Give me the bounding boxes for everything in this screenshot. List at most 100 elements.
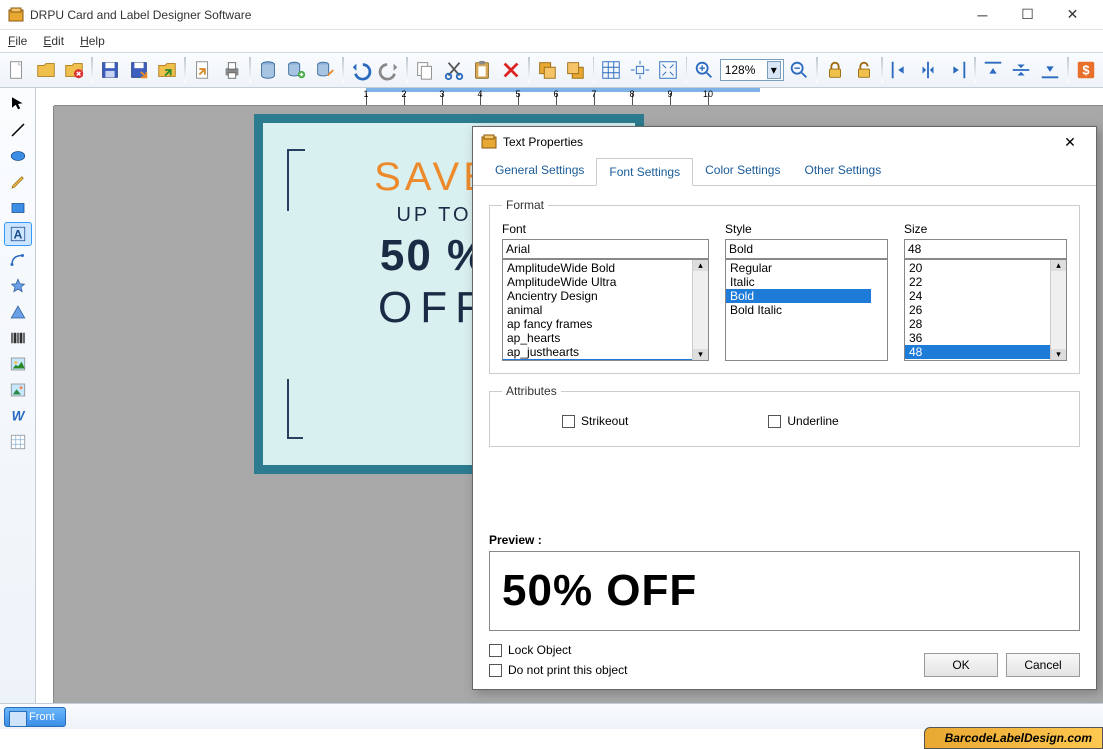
font-listbox[interactable]: AmplitudeWide BoldAmplitudeWide UltraAnc… xyxy=(502,259,709,361)
bring-front-button[interactable] xyxy=(534,55,560,85)
list-item[interactable]: 36 xyxy=(905,331,1050,345)
text-tool[interactable]: A xyxy=(4,222,32,246)
size-input[interactable] xyxy=(904,239,1067,259)
snap-button[interactable] xyxy=(627,55,653,85)
scrollbar[interactable] xyxy=(1050,260,1066,360)
page-setup-button[interactable] xyxy=(190,55,216,85)
rectangle-tool[interactable] xyxy=(4,196,32,220)
tab-front[interactable]: Front xyxy=(4,707,66,727)
font-input[interactable] xyxy=(502,239,709,259)
align-bottom-button[interactable] xyxy=(1036,55,1062,85)
paste-button[interactable] xyxy=(469,55,495,85)
style-listbox[interactable]: RegularItalicBoldBold Italic xyxy=(725,259,888,361)
list-item[interactable]: Arial xyxy=(503,359,692,361)
export-button[interactable] xyxy=(154,55,180,85)
list-item[interactable]: Bold Italic xyxy=(726,303,871,317)
list-item[interactable]: Regular xyxy=(726,261,871,275)
align-middle-button[interactable] xyxy=(1008,55,1034,85)
star-tool[interactable] xyxy=(4,274,32,298)
line-tool[interactable] xyxy=(4,118,32,142)
new-button[interactable] xyxy=(4,55,30,85)
list-item[interactable]: ap_justhearts xyxy=(503,345,692,359)
tab-font-settings[interactable]: Font Settings xyxy=(596,158,693,186)
list-item[interactable]: ap_hearts xyxy=(503,331,692,345)
zoom-value: 128% xyxy=(725,63,756,77)
wordart-tool[interactable]: W xyxy=(4,404,32,428)
list-item[interactable]: Italic xyxy=(726,275,871,289)
dialog-title-bar[interactable]: Text Properties ✕ xyxy=(473,127,1096,157)
lock-object-checkbox[interactable]: Lock Object xyxy=(489,643,924,657)
ok-button[interactable]: OK xyxy=(924,653,998,677)
grid-button[interactable] xyxy=(598,55,624,85)
purchase-button[interactable]: $ xyxy=(1073,55,1099,85)
zoom-in-button[interactable] xyxy=(691,55,717,85)
list-item[interactable]: Bold xyxy=(726,289,871,303)
pattern-tool[interactable] xyxy=(4,430,32,454)
list-item[interactable]: 24 xyxy=(905,289,1050,303)
no-print-checkbox[interactable]: Do not print this object xyxy=(489,663,924,677)
list-item[interactable]: AmplitudeWide Ultra xyxy=(503,275,692,289)
scrollbar[interactable] xyxy=(692,260,708,360)
align-left-button[interactable] xyxy=(887,55,913,85)
list-item[interactable]: 26 xyxy=(905,303,1050,317)
zoom-out-button[interactable] xyxy=(786,55,812,85)
fit-button[interactable] xyxy=(655,55,681,85)
align-top-button[interactable] xyxy=(980,55,1006,85)
list-item[interactable]: 48 xyxy=(905,345,1050,359)
tab-other-settings[interactable]: Other Settings xyxy=(792,157,893,185)
tab-color-settings[interactable]: Color Settings xyxy=(693,157,792,185)
arc-tool[interactable] xyxy=(4,248,32,272)
menu-help[interactable]: Help xyxy=(80,34,105,48)
picture-tool[interactable] xyxy=(4,378,32,402)
menu-file[interactable]: File xyxy=(8,34,27,48)
triangle-tool[interactable] xyxy=(4,300,32,324)
redo-button[interactable] xyxy=(376,55,402,85)
lock-button[interactable] xyxy=(822,55,848,85)
horizontal-ruler: 12345678910 xyxy=(54,88,1103,106)
menu-edit[interactable]: Edit xyxy=(43,34,64,48)
close-file-button[interactable] xyxy=(61,55,87,85)
align-right-button[interactable] xyxy=(943,55,969,85)
close-button[interactable]: ✕ xyxy=(1050,1,1095,29)
underline-checkbox[interactable]: Underline xyxy=(768,414,838,428)
cut-button[interactable] xyxy=(441,55,467,85)
align-center-h-button[interactable] xyxy=(915,55,941,85)
list-item[interactable]: 72 xyxy=(905,359,1050,361)
tab-general-settings[interactable]: General Settings xyxy=(483,157,596,185)
save-as-button[interactable] xyxy=(125,55,151,85)
delete-button[interactable] xyxy=(498,55,524,85)
database-link-button[interactable] xyxy=(311,55,337,85)
ellipse-tool[interactable] xyxy=(4,144,32,168)
barcode-tool[interactable] xyxy=(4,326,32,350)
list-item[interactable]: 20 xyxy=(905,261,1050,275)
pencil-tool[interactable] xyxy=(4,170,32,194)
undo-button[interactable] xyxy=(348,55,374,85)
strikeout-checkbox[interactable]: Strikeout xyxy=(562,414,628,428)
minimize-button[interactable]: ─ xyxy=(960,1,1005,29)
copy-button[interactable] xyxy=(412,55,438,85)
list-item[interactable]: ap fancy frames xyxy=(503,317,692,331)
list-item[interactable]: AmplitudeWide Bold xyxy=(503,261,692,275)
database-button[interactable] xyxy=(255,55,281,85)
open-button[interactable] xyxy=(32,55,58,85)
dialog-close-button[interactable]: ✕ xyxy=(1052,134,1088,151)
size-listbox[interactable]: 2022242628364872 xyxy=(904,259,1067,361)
list-item[interactable]: 22 xyxy=(905,275,1050,289)
style-input[interactable] xyxy=(725,239,888,259)
list-item[interactable]: Ancientry Design xyxy=(503,289,692,303)
database-add-button[interactable] xyxy=(283,55,309,85)
app-icon xyxy=(8,7,24,23)
unlock-button[interactable] xyxy=(850,55,876,85)
list-item[interactable]: animal xyxy=(503,303,692,317)
list-item[interactable]: 28 xyxy=(905,317,1050,331)
send-back-button[interactable] xyxy=(562,55,588,85)
zoom-select[interactable]: 128%▾ xyxy=(720,59,784,81)
maximize-button[interactable]: ☐ xyxy=(1005,1,1050,29)
vertical-ruler xyxy=(36,106,54,703)
print-button[interactable] xyxy=(218,55,244,85)
pointer-tool[interactable] xyxy=(4,92,32,116)
preview-text: 50% OFF xyxy=(502,566,697,616)
save-button[interactable] xyxy=(97,55,123,85)
cancel-button[interactable]: Cancel xyxy=(1006,653,1080,677)
image-tool[interactable] xyxy=(4,352,32,376)
